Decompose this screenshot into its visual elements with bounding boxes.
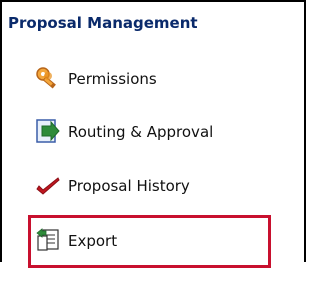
panel-border-right [304,0,306,262]
panel-border-left [0,0,2,262]
panel-title: Proposal Management [8,14,198,32]
keys-icon [34,65,62,93]
menu-item-permissions[interactable]: Permissions [34,62,157,96]
menu-item-proposal-history[interactable]: Proposal History [34,169,190,203]
panel-border-top [0,0,306,2]
routing-arrow-icon [34,118,62,146]
menu-item-label: Permissions [68,70,157,88]
menu-item-routing-approval[interactable]: Routing & Approval [34,115,213,149]
checkmark-icon [34,172,62,200]
menu-item-label: Proposal History [68,177,190,195]
proposal-management-panel: Proposal Management Permissions Routing … [0,0,320,281]
menu-item-label: Routing & Approval [68,123,214,141]
export-highlight-box [28,215,271,268]
